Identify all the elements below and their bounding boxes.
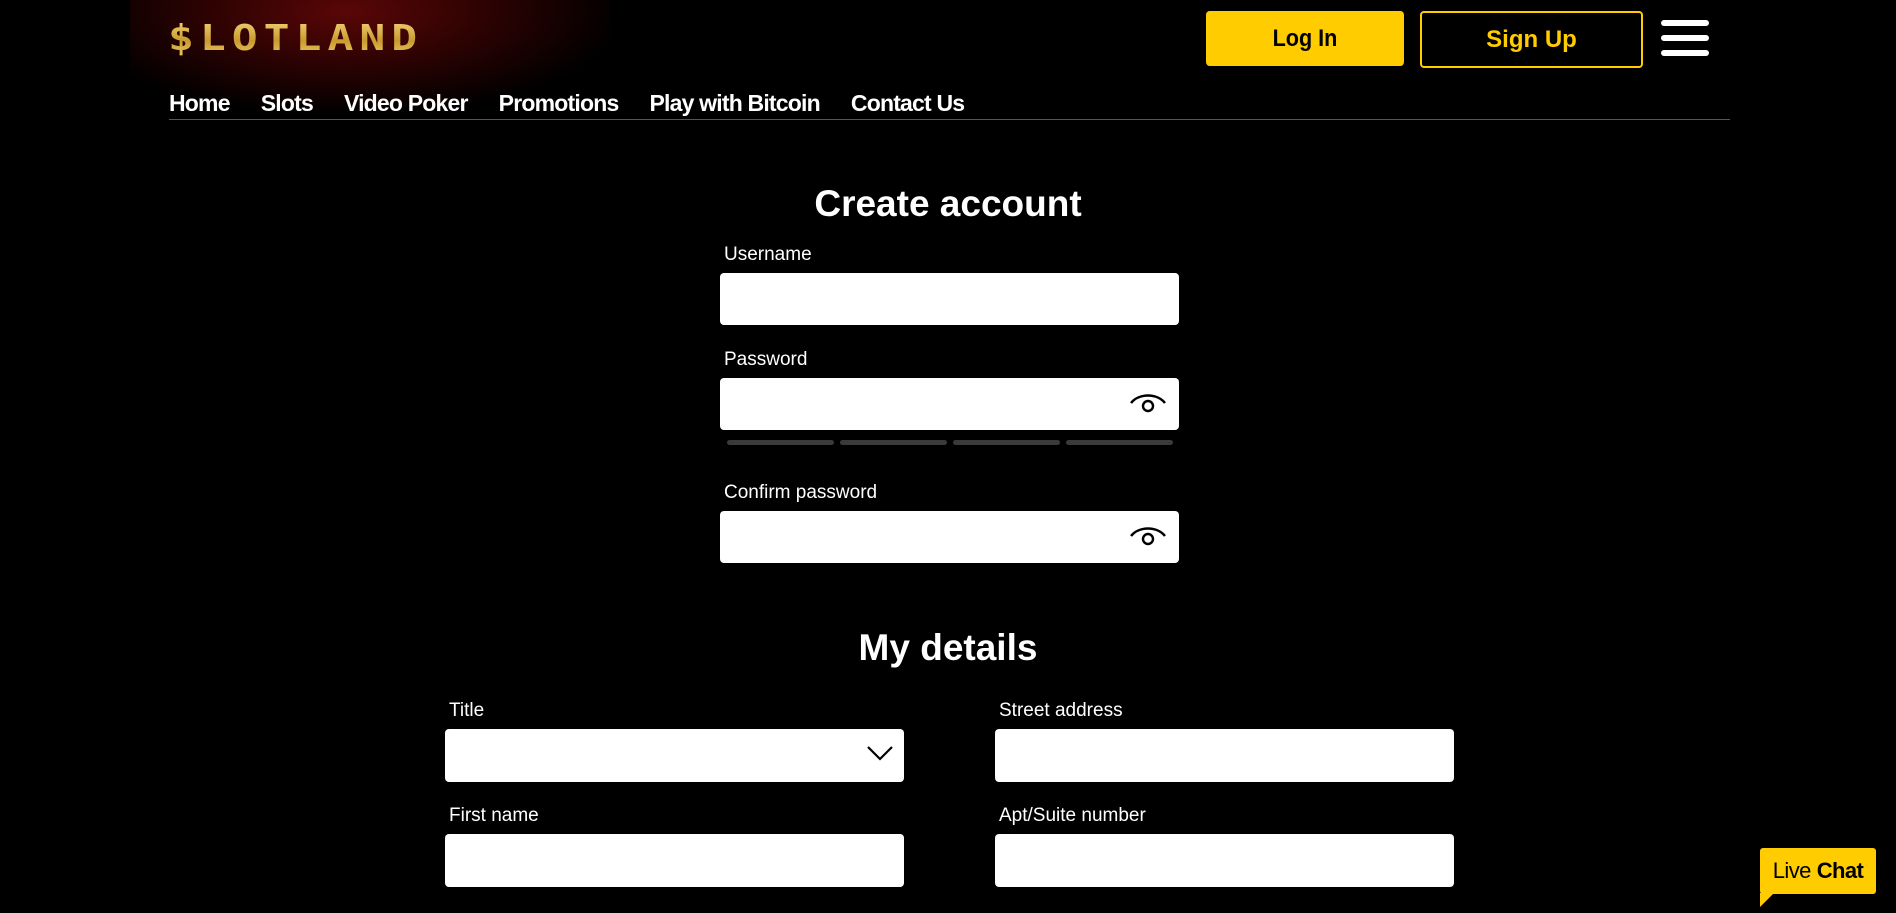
confirm-password-input[interactable] xyxy=(720,511,1179,563)
nav-contact-us[interactable]: Contact Us xyxy=(851,90,965,117)
title-select-value[interactable] xyxy=(445,729,904,782)
password-field[interactable] xyxy=(720,378,1179,430)
title-label: Title xyxy=(449,700,485,721)
confirm-password-field[interactable] xyxy=(720,511,1179,563)
nav-home[interactable]: Home xyxy=(169,90,230,117)
live-chat-button[interactable]: Live Chat xyxy=(1760,848,1876,894)
strength-segment xyxy=(953,440,1060,445)
my-details-heading: My details xyxy=(858,627,1038,668)
hamburger-line xyxy=(1661,35,1709,41)
apt-suite-label: Apt/Suite number xyxy=(999,805,1146,826)
create-account-heading: Create account xyxy=(814,183,1082,224)
apt-suite-field[interactable] xyxy=(995,834,1454,887)
nav-slots[interactable]: Slots xyxy=(261,90,314,117)
username-input[interactable] xyxy=(720,273,1179,325)
site-logo[interactable]: $LOTLAND xyxy=(168,18,423,59)
main-nav: Home Slots Video Poker Promotions Play w… xyxy=(169,86,995,120)
apt-suite-input[interactable] xyxy=(995,834,1454,887)
nav-divider xyxy=(169,119,1730,120)
live-chat-bubble-tail xyxy=(1760,893,1774,907)
first-name-field[interactable] xyxy=(445,834,904,887)
password-label: Password xyxy=(724,349,808,370)
login-button[interactable]: Log In xyxy=(1206,11,1404,66)
password-input[interactable] xyxy=(720,378,1179,430)
live-chat-prefix: Live xyxy=(1772,858,1812,883)
strength-segment xyxy=(1066,440,1173,445)
chevron-down-icon xyxy=(867,746,893,761)
first-name-input[interactable] xyxy=(445,834,904,887)
live-chat-emphasis: Chat xyxy=(1816,858,1864,883)
nav-video-poker[interactable]: Video Poker xyxy=(344,90,469,117)
username-field[interactable] xyxy=(720,273,1179,325)
password-strength-meter xyxy=(727,440,1173,445)
strength-segment xyxy=(840,440,947,445)
first-name-label: First name xyxy=(449,805,539,826)
street-address-field[interactable] xyxy=(995,729,1454,782)
street-address-label: Street address xyxy=(999,700,1123,721)
eye-icon[interactable] xyxy=(1129,523,1167,549)
hamburger-menu-icon[interactable] xyxy=(1661,20,1709,56)
signup-button[interactable]: Sign Up xyxy=(1420,11,1643,68)
username-label: Username xyxy=(724,244,812,265)
title-select[interactable] xyxy=(445,729,904,782)
nav-promotions[interactable]: Promotions xyxy=(499,90,620,117)
hamburger-line xyxy=(1661,50,1709,56)
street-address-input[interactable] xyxy=(995,729,1454,782)
eye-icon[interactable] xyxy=(1129,390,1167,416)
confirm-password-label: Confirm password xyxy=(724,482,878,503)
hamburger-line xyxy=(1661,20,1709,26)
nav-play-with-bitcoin[interactable]: Play with Bitcoin xyxy=(649,90,820,117)
strength-segment xyxy=(727,440,834,445)
